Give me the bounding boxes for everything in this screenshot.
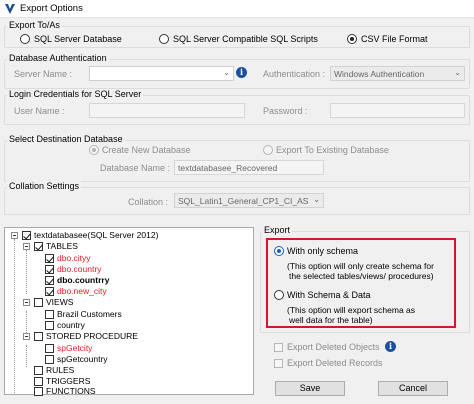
database-name-input[interactable]: textdatabasee_Recovered bbox=[174, 160, 324, 175]
procedure-item-label: spGetcountry bbox=[57, 354, 108, 364]
table-item-checkbox[interactable] bbox=[45, 287, 54, 296]
db-auth-legend: Database Authentication bbox=[7, 53, 109, 63]
rules-label: RULES bbox=[46, 365, 75, 375]
schema-only-description-2: the selected tables/views/ procedures) bbox=[289, 271, 434, 281]
view-item-label: Brazil Customers bbox=[57, 309, 122, 319]
chevron-down-icon: ⌄ bbox=[223, 68, 230, 77]
collapse-icon[interactable] bbox=[23, 299, 30, 306]
tree-root-label: textdatabasee(SQL Server 2012) bbox=[34, 230, 159, 240]
radio-export-existing-database[interactable] bbox=[263, 145, 273, 155]
tree-connector bbox=[14, 239, 15, 395]
tree-connector bbox=[26, 345, 27, 367]
table-item-label: dbo.countrry bbox=[57, 275, 110, 285]
collation-dropdown[interactable]: SQL_Latin1_General_CP1_CI_AS ⌄ bbox=[174, 193, 324, 208]
authentication-label: Authentication : bbox=[263, 69, 326, 79]
cancel-button[interactable]: Cancel bbox=[378, 381, 448, 396]
chevron-down-icon: ⌄ bbox=[313, 195, 320, 204]
table-item-label: dbo.new_city bbox=[57, 286, 107, 296]
functions-checkbox[interactable] bbox=[34, 387, 43, 396]
export-deleted-records-checkbox[interactable] bbox=[274, 359, 283, 368]
tree-connector bbox=[26, 311, 27, 333]
schema-data-description-2: well data for the table) bbox=[289, 315, 373, 325]
title-bar: Export Options bbox=[0, 0, 474, 18]
export-deleted-records-label[interactable]: Export Deleted Records bbox=[287, 358, 383, 368]
schema-only-description-1: (This option will only create schema for bbox=[287, 261, 434, 271]
database-tree[interactable]: textdatabasee(SQL Server 2012) TABLES db… bbox=[4, 227, 254, 396]
tree-root-checkbox[interactable] bbox=[22, 231, 31, 240]
collation-value: SQL_Latin1_General_CP1_CI_AS bbox=[178, 196, 309, 206]
radio-export-existing-database-label[interactable]: Export To Existing Database bbox=[276, 145, 389, 155]
procedures-label: STORED PROCEDURE bbox=[46, 331, 138, 341]
view-item-checkbox[interactable] bbox=[45, 310, 54, 319]
export-deleted-objects-checkbox[interactable] bbox=[274, 343, 283, 352]
view-item-label: country bbox=[57, 320, 85, 330]
save-button[interactable]: Save bbox=[275, 381, 345, 396]
radio-with-only-schema[interactable] bbox=[274, 246, 284, 256]
server-name-label: Server Name : bbox=[14, 69, 73, 79]
chevron-down-icon: ⌄ bbox=[454, 68, 461, 77]
password-input[interactable] bbox=[330, 103, 465, 118]
table-item-checkbox[interactable] bbox=[45, 276, 54, 285]
triggers-label: TRIGGERS bbox=[46, 376, 91, 386]
procedure-item-label: spGetcity bbox=[57, 343, 93, 353]
database-name-label: Database Name : bbox=[100, 163, 171, 173]
views-checkbox[interactable] bbox=[34, 298, 43, 307]
tables-checkbox[interactable] bbox=[34, 242, 43, 251]
procedure-item-checkbox[interactable] bbox=[45, 344, 54, 353]
tables-label: TABLES bbox=[46, 241, 78, 251]
collation-label: Collation : bbox=[128, 197, 169, 207]
tree-connector bbox=[26, 250, 27, 294]
radio-sql-server-database-label[interactable]: SQL Server Database bbox=[34, 34, 122, 44]
table-item-checkbox[interactable] bbox=[45, 265, 54, 274]
radio-sql-server-database[interactable] bbox=[20, 34, 30, 44]
collapse-icon[interactable] bbox=[11, 232, 18, 239]
radio-with-schema-and-data[interactable] bbox=[274, 290, 284, 300]
authentication-value: Windows Authentication bbox=[334, 69, 425, 79]
radio-sql-scripts-label[interactable]: SQL Server Compatible SQL Scripts bbox=[173, 34, 318, 44]
radio-create-new-database[interactable] bbox=[89, 145, 99, 155]
rules-checkbox[interactable] bbox=[34, 366, 43, 375]
collapse-icon[interactable] bbox=[23, 243, 30, 250]
triggers-checkbox[interactable] bbox=[34, 377, 43, 386]
export-deleted-objects-label[interactable]: Export Deleted Objects bbox=[287, 342, 380, 352]
schema-data-description-1: (This option will export schema as bbox=[287, 305, 416, 315]
collation-legend: Collation Settings bbox=[7, 181, 82, 191]
functions-label: FUNCTIONS bbox=[46, 386, 96, 396]
procedures-checkbox[interactable] bbox=[34, 332, 43, 341]
radio-create-new-database-label[interactable]: Create New Database bbox=[102, 145, 191, 155]
radio-sql-scripts[interactable] bbox=[159, 34, 169, 44]
table-item-label: dbo.country bbox=[57, 264, 102, 274]
server-name-dropdown[interactable]: ⌄ bbox=[89, 66, 234, 81]
export-legend: Export bbox=[262, 225, 293, 235]
radio-csv-file-format[interactable] bbox=[347, 34, 357, 44]
radio-with-schema-and-data-label[interactable]: With Schema & Data bbox=[287, 290, 371, 300]
app-logo-icon bbox=[5, 4, 15, 14]
radio-with-only-schema-label[interactable]: With only schema bbox=[287, 246, 358, 256]
view-item-checkbox[interactable] bbox=[45, 321, 54, 330]
info-icon[interactable]: i bbox=[385, 341, 396, 352]
table-item-label: dbo.cityy bbox=[57, 253, 91, 263]
password-label: Password : bbox=[263, 106, 308, 116]
authentication-dropdown[interactable]: Windows Authentication ⌄ bbox=[330, 66, 465, 81]
user-name-label: User Name : bbox=[14, 106, 65, 116]
info-icon[interactable]: i bbox=[236, 67, 247, 78]
table-item-checkbox[interactable] bbox=[45, 254, 54, 263]
radio-csv-file-format-label[interactable]: CSV File Format bbox=[361, 34, 428, 44]
destination-legend: Select Destination Database bbox=[7, 134, 125, 144]
window-title: Export Options bbox=[20, 3, 83, 14]
user-name-input[interactable] bbox=[89, 103, 245, 118]
collapse-icon[interactable] bbox=[23, 333, 30, 340]
export-to-legend: Export To/As bbox=[7, 20, 62, 30]
procedure-item-checkbox[interactable] bbox=[45, 355, 54, 364]
views-label: VIEWS bbox=[46, 297, 74, 307]
login-legend: Login Credentials for SQL Server bbox=[7, 89, 144, 99]
